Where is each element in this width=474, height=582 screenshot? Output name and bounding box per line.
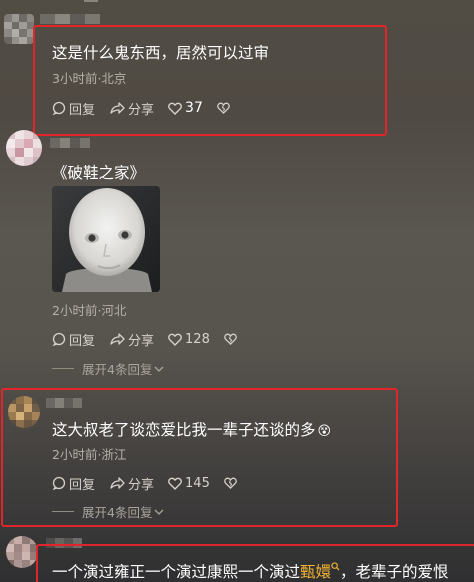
heart-icon: [168, 477, 182, 490]
like-button[interactable]: 128: [168, 332, 210, 347]
avatar[interactable]: [8, 396, 40, 428]
avatar[interactable]: [6, 536, 38, 568]
comment-actions: 回复 分享 145: [52, 473, 254, 493]
share-button[interactable]: 分享: [109, 474, 154, 493]
heart-icon: [168, 102, 182, 115]
like-count: 37: [185, 100, 203, 116]
like-count: 145: [185, 475, 210, 491]
chevron-down-icon: [154, 366, 164, 372]
share-button[interactable]: 分享: [109, 330, 154, 349]
reply-button[interactable]: 回复: [52, 330, 95, 349]
expand-replies-button[interactable]: 展开4条回复: [52, 502, 164, 521]
comment-body: 一个演过雍正一个演过康熙一个演过: [52, 563, 301, 581]
top-divider: [84, 0, 98, 2]
search-link[interactable]: 甄嬛: [300, 562, 340, 581]
share-label: 分享: [128, 333, 155, 349]
share-label: 分享: [128, 477, 155, 493]
like-button[interactable]: 37: [168, 100, 203, 116]
avatar-mosaic: [6, 130, 42, 166]
share-button[interactable]: 分享: [109, 99, 154, 118]
expand-divider: [52, 368, 74, 369]
expand-label: 展开4条回复: [82, 505, 153, 520]
dislike-button[interactable]: [217, 102, 233, 114]
avatar-mosaic: [8, 396, 40, 428]
search-link-label: 甄嬛: [300, 563, 332, 581]
dislike-button[interactable]: [224, 477, 240, 489]
comment-body-rest: ，老辈子的爱恨: [340, 563, 449, 581]
comment-meta: 3小时前·北京: [52, 71, 127, 86]
like-button[interactable]: 145: [168, 476, 210, 491]
comment-actions: 回复 分享 128: [52, 329, 254, 349]
reply-bubble-icon: [52, 332, 66, 346]
broken-heart-icon: [224, 333, 237, 345]
like-count: 128: [185, 331, 210, 347]
share-arrow-icon: [110, 102, 125, 114]
expand-divider: [52, 511, 74, 512]
expand-replies-button[interactable]: 展开4条回复: [52, 359, 164, 378]
reply-bubble-icon: [52, 101, 66, 115]
comment-image[interactable]: [52, 186, 160, 292]
reply-label: 回复: [69, 333, 96, 349]
dislike-button[interactable]: [224, 333, 240, 345]
share-arrow-icon: [110, 477, 125, 489]
reply-label: 回复: [69, 102, 96, 118]
avatar-mosaic: [6, 536, 38, 568]
comment-text: 这是什么鬼东西，居然可以过审: [52, 44, 270, 62]
comment-meta: 2小时前·河北: [52, 303, 127, 318]
heart-icon: [168, 333, 182, 346]
search-icon: [331, 562, 340, 571]
broken-heart-icon: [224, 477, 237, 489]
avatar-mosaic: [4, 14, 34, 44]
reply-bubble-icon: [52, 476, 66, 490]
avatar[interactable]: [4, 14, 34, 44]
comment-text: 这大叔老了谈恋爱比我一辈子还谈的多 😵: [52, 419, 331, 443]
broken-heart-icon: [217, 102, 230, 114]
reply-button[interactable]: 回复: [52, 474, 95, 493]
emoji-icon: 😵: [317, 424, 332, 439]
comment-text: 一个演过雍正一个演过康熙一个演过甄嬛 ，老辈子的爱恨: [52, 561, 449, 582]
chevron-down-icon: [154, 509, 164, 515]
doll-face-image: [52, 186, 160, 292]
reply-label: 回复: [69, 477, 96, 493]
username-mosaic: [46, 398, 82, 408]
comment-body: 这大叔老了谈恋爱比我一辈子还谈的多: [52, 421, 316, 439]
username-mosaic: [50, 138, 90, 148]
share-arrow-icon: [110, 333, 125, 345]
avatar[interactable]: [6, 130, 42, 166]
comment-text: 《破鞋之家》: [52, 164, 146, 182]
username-mosaic: [40, 14, 100, 24]
reply-button[interactable]: 回复: [52, 99, 95, 118]
comment-meta: 2小时前·浙江: [52, 447, 127, 462]
comment-actions: 回复 分享 37: [52, 98, 247, 118]
expand-label: 展开4条回复: [82, 362, 153, 377]
share-label: 分享: [128, 102, 155, 118]
